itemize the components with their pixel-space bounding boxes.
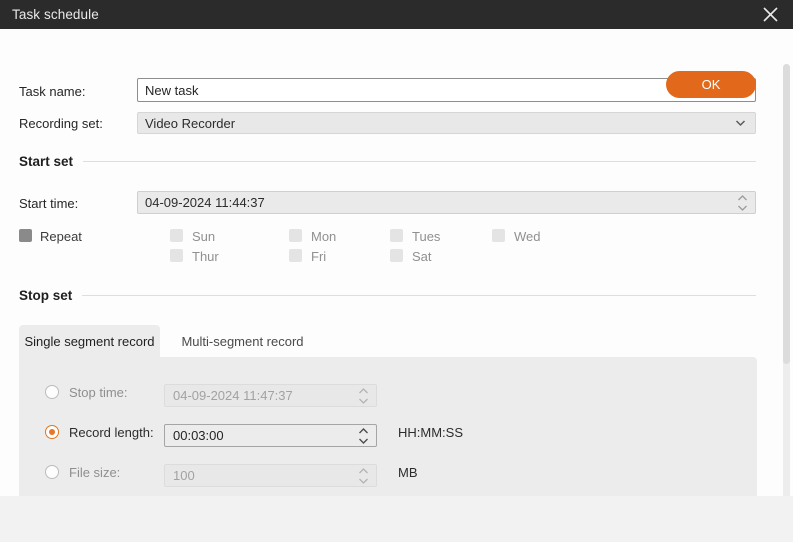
recording-set-label: Recording set:: [19, 116, 103, 131]
vertical-scrollbar[interactable]: [783, 64, 790, 496]
section-divider: [82, 295, 756, 296]
spinner-up-down-icon[interactable]: [358, 466, 369, 485]
file-size-label: File size:: [69, 465, 121, 480]
task-schedule-dialog: Task name: Recording set: Video Recorder…: [0, 29, 793, 542]
radio-file-size[interactable]: [45, 465, 59, 479]
repeat-label: Repeat: [40, 229, 82, 244]
stop-set-tabs: Single segment record Multi-segment reco…: [19, 325, 757, 357]
start-set-section-header: Start set: [19, 154, 756, 169]
task-name-input[interactable]: [137, 78, 756, 102]
file-size-input[interactable]: 100: [164, 464, 377, 487]
section-divider: [83, 161, 756, 162]
file-size-unit: MB: [398, 465, 418, 480]
chevron-down-icon: [734, 117, 747, 130]
scrollbar-thumb[interactable]: [783, 64, 790, 364]
day-checkbox-thur[interactable]: [170, 249, 183, 262]
window-title: Task schedule: [12, 7, 99, 22]
record-length-unit: HH:MM:SS: [398, 425, 463, 440]
day-checkbox-tues[interactable]: [390, 229, 403, 242]
file-size-value: 100: [173, 468, 195, 483]
day-checkbox-mon[interactable]: [289, 229, 302, 242]
record-length-input[interactable]: 00:03:00: [164, 424, 377, 447]
day-label-wed: Wed: [514, 229, 541, 244]
stop-time-label: Stop time:: [69, 385, 128, 400]
day-checkbox-wed[interactable]: [492, 229, 505, 242]
day-checkbox-fri[interactable]: [289, 249, 302, 262]
day-label-thur: Thur: [192, 249, 219, 264]
stop-time-input[interactable]: 04-09-2024 11:47:37: [164, 384, 377, 407]
stop-set-panel: Stop time: 04-09-2024 11:47:37 Record le…: [19, 357, 757, 496]
tab-label: Multi-segment record: [181, 333, 304, 349]
recording-set-value: Video Recorder: [145, 115, 236, 131]
stop-time-value: 04-09-2024 11:47:37: [173, 388, 293, 403]
stop-set-title: Stop set: [19, 288, 73, 303]
start-set-title: Start set: [19, 154, 74, 169]
radio-record-length[interactable]: [45, 425, 59, 439]
spinner-up-down-icon[interactable]: [737, 193, 748, 212]
start-time-label: Start time:: [19, 196, 79, 211]
task-name-label: Task name:: [19, 84, 86, 99]
dialog-content: Task name: Recording set: Video Recorder…: [0, 29, 793, 496]
ok-button[interactable]: OK: [666, 71, 756, 98]
radio-stop-time[interactable]: [45, 385, 59, 399]
day-label-mon: Mon: [311, 229, 337, 244]
recording-set-dropdown[interactable]: Video Recorder: [137, 112, 756, 134]
day-label-tues: Tues: [412, 229, 441, 244]
day-checkbox-sat[interactable]: [390, 249, 403, 262]
spinner-up-down-icon[interactable]: [358, 386, 369, 405]
tab-multi-segment-record[interactable]: Multi-segment record: [174, 325, 311, 357]
day-label-fri: Fri: [311, 249, 327, 264]
day-label-sun: Sun: [192, 229, 216, 244]
record-length-label: Record length:: [69, 425, 154, 440]
tab-single-segment-record[interactable]: Single segment record: [19, 325, 160, 357]
close-button[interactable]: [747, 0, 793, 29]
day-checkbox-sun[interactable]: [170, 229, 183, 242]
spinner-up-down-icon[interactable]: [358, 426, 369, 445]
tab-label: Single segment record: [24, 333, 155, 349]
close-icon: [762, 6, 779, 23]
repeat-checkbox[interactable]: [19, 229, 32, 242]
record-length-value: 00:03:00: [173, 428, 224, 443]
start-time-value: 04-09-2024 11:44:37: [145, 195, 265, 210]
dialog-footer: [0, 496, 793, 542]
start-time-input[interactable]: 04-09-2024 11:44:37: [137, 191, 756, 214]
day-label-sat: Sat: [412, 249, 432, 264]
window-titlebar: Task schedule: [0, 0, 793, 29]
stop-set-section-header: Stop set: [19, 288, 756, 303]
